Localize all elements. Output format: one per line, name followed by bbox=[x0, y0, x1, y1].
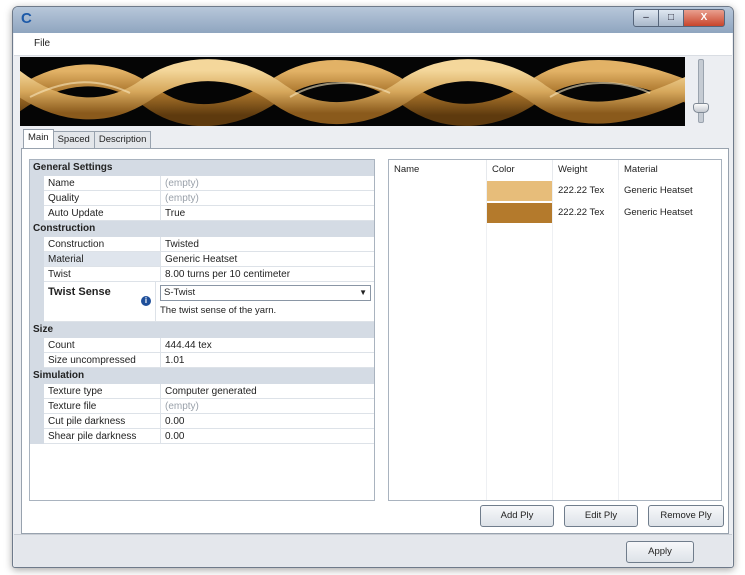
maximize-button[interactable]: □ bbox=[658, 9, 684, 27]
property-name: Auto Update bbox=[44, 206, 161, 221]
yarn-preview bbox=[20, 57, 685, 126]
ply-column-lines bbox=[389, 180, 721, 500]
property-row[interactable]: Name (empty) bbox=[30, 176, 374, 191]
zoom-slider-track[interactable] bbox=[698, 59, 704, 123]
property-row[interactable]: Cut pile darkness 0.00 bbox=[30, 414, 374, 429]
category-construction[interactable]: Construction bbox=[30, 221, 374, 237]
property-row-twist-sense[interactable]: Twist Sense i S-Twist ▼ The twist sense of… bbox=[30, 282, 374, 322]
ply-list: Name Color Weight Material 222.22 Tex Ge… bbox=[388, 159, 722, 501]
tab-strip: Main Spaced Description bbox=[23, 129, 152, 148]
category-simulation[interactable]: Simulation bbox=[30, 368, 374, 384]
property-value[interactable]: True bbox=[161, 206, 374, 221]
tab-content-main: General Settings Name (empty) Quality (emp… bbox=[21, 148, 729, 534]
property-name: Construction bbox=[44, 237, 161, 252]
property-value[interactable]: 444.44 tex bbox=[161, 338, 374, 353]
menu-file[interactable]: File bbox=[34, 38, 50, 49]
ply-weight: 222.22 Tex bbox=[553, 180, 619, 202]
category-general-settings[interactable]: General Settings bbox=[30, 160, 374, 176]
twisted-yarn-image bbox=[20, 59, 685, 126]
twist-sense-label: Twist Sense bbox=[48, 286, 111, 298]
property-row[interactable]: Auto Update True bbox=[30, 206, 374, 221]
menu-bar: File bbox=[14, 33, 732, 56]
zoom-slider-thumb[interactable] bbox=[693, 103, 709, 113]
apply-button[interactable]: Apply bbox=[626, 541, 694, 563]
column-header-color[interactable]: Color bbox=[487, 160, 553, 180]
property-name: Size uncompressed bbox=[44, 353, 161, 368]
remove-ply-button[interactable]: Remove Ply bbox=[648, 505, 724, 527]
tab-spaced[interactable]: Spaced bbox=[52, 131, 95, 148]
ply-name bbox=[389, 202, 487, 224]
property-row[interactable]: Quality (empty) bbox=[30, 191, 374, 206]
property-value[interactable]: Generic Heatset bbox=[161, 252, 374, 267]
ply-color-swatch bbox=[487, 203, 553, 223]
twist-sense-dropdown[interactable]: S-Twist ▼ bbox=[160, 285, 371, 301]
property-row[interactable]: Material Generic Heatset bbox=[30, 252, 374, 267]
property-value[interactable]: 0.00 bbox=[161, 429, 374, 444]
property-name: Material bbox=[44, 252, 161, 267]
property-value[interactable]: 0.00 bbox=[161, 414, 374, 429]
ply-material: Generic Heatset bbox=[624, 185, 693, 196]
property-value[interactable]: (empty) bbox=[161, 191, 374, 206]
property-name: Shear pile darkness bbox=[44, 429, 161, 444]
twist-sense-description: The twist sense of the yarn. bbox=[160, 305, 277, 316]
property-name: Count bbox=[44, 338, 161, 353]
property-value[interactable]: Twisted bbox=[161, 237, 374, 252]
chevron-down-icon[interactable]: ▼ bbox=[359, 286, 367, 300]
ply-list-header: Name Color Weight Material bbox=[389, 160, 721, 180]
dialog-footer: Apply bbox=[14, 534, 732, 567]
info-icon: i bbox=[141, 296, 151, 306]
ply-color-swatch bbox=[487, 181, 553, 201]
twist-sense-value: S-Twist bbox=[164, 287, 196, 298]
property-value[interactable]: Computer generated bbox=[161, 384, 374, 399]
property-name: Name bbox=[44, 176, 161, 191]
property-name: Cut pile darkness bbox=[44, 414, 161, 429]
window-controls: – □ X bbox=[633, 9, 725, 27]
add-ply-button[interactable]: Add Ply bbox=[480, 505, 554, 527]
yarn-editor-window: C – □ X File Main Spaced Description Gen… bbox=[12, 6, 734, 568]
minimize-button[interactable]: – bbox=[633, 9, 659, 27]
property-value[interactable]: (empty) bbox=[161, 399, 374, 414]
property-value[interactable]: 8.00 turns per 10 centimeter bbox=[161, 267, 374, 282]
ply-weight: 222.22 Tex bbox=[553, 202, 619, 224]
close-button[interactable]: X bbox=[683, 9, 725, 27]
property-row[interactable]: Shear pile darkness 0.00 bbox=[30, 429, 374, 444]
ply-name bbox=[389, 180, 487, 202]
property-row[interactable]: Texture file (empty) bbox=[30, 399, 374, 414]
tab-main[interactable]: Main bbox=[23, 129, 54, 148]
ply-row[interactable]: 222.22 Tex Generic Heatset bbox=[389, 180, 721, 202]
column-header-name[interactable]: Name bbox=[389, 160, 487, 180]
tab-description[interactable]: Description bbox=[93, 131, 152, 148]
property-row[interactable]: Twist 8.00 turns per 10 centimeter bbox=[30, 267, 374, 282]
title-bar: C – □ X bbox=[13, 7, 733, 33]
column-header-weight[interactable]: Weight bbox=[553, 160, 619, 180]
ply-material: Generic Heatset bbox=[624, 207, 693, 218]
property-name: Quality bbox=[44, 191, 161, 206]
property-row[interactable]: Size uncompressed 1.01 bbox=[30, 353, 374, 368]
property-name: Texture file bbox=[44, 399, 161, 414]
property-name: Twist bbox=[44, 267, 161, 282]
property-value[interactable]: 1.01 bbox=[161, 353, 374, 368]
column-header-material[interactable]: Material bbox=[619, 160, 721, 180]
property-grid: General Settings Name (empty) Quality (emp… bbox=[29, 159, 375, 501]
app-logo-icon: C bbox=[21, 10, 32, 27]
property-row[interactable]: Construction Twisted bbox=[30, 237, 374, 252]
ply-row[interactable]: 222.22 Tex Generic Heatset bbox=[389, 202, 721, 224]
property-row[interactable]: Texture type Computer generated bbox=[30, 384, 374, 399]
edit-ply-button[interactable]: Edit Ply bbox=[564, 505, 638, 527]
property-name: Texture type bbox=[44, 384, 161, 399]
property-value[interactable]: (empty) bbox=[161, 176, 374, 191]
category-size[interactable]: Size bbox=[30, 322, 374, 338]
property-row[interactable]: Count 444.44 tex bbox=[30, 338, 374, 353]
